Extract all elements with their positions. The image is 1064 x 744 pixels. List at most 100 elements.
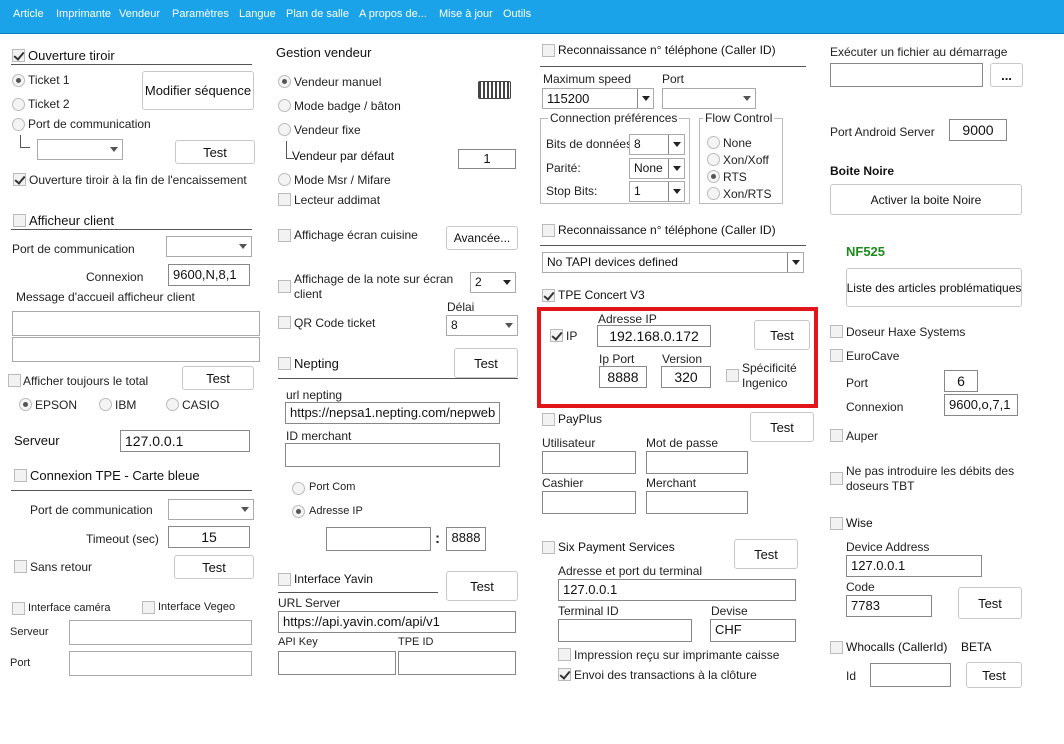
menu-outils[interactable]: Outils xyxy=(503,8,531,20)
whocalls-checkbox[interactable] xyxy=(830,641,843,654)
menu-imprimante[interactable]: Imprimante xyxy=(56,8,111,20)
stop-bits-select[interactable]: 1 xyxy=(629,181,685,202)
caller-id-checkbox[interactable] xyxy=(542,44,555,57)
afficheur-client-checkbox[interactable] xyxy=(13,214,26,227)
tiroir-test-button[interactable]: Test xyxy=(175,140,255,164)
envoi-transactions-checkbox[interactable] xyxy=(558,668,571,681)
url-nepting-input[interactable]: https://nepsa1.nepting.com/nepweb xyxy=(285,402,500,424)
flow-rts-radio[interactable] xyxy=(707,170,720,183)
payplus-test-button[interactable]: Test xyxy=(750,412,814,442)
mot-de-passe-input[interactable] xyxy=(646,451,748,474)
impression-recu-checkbox[interactable] xyxy=(558,648,571,661)
payplus-checkbox[interactable] xyxy=(542,413,555,426)
tapi-device-select[interactable]: No TAPI devices defined xyxy=(542,252,804,273)
port-com-radio[interactable] xyxy=(12,118,25,131)
devise-input[interactable]: CHF xyxy=(710,619,796,642)
afficher-total-checkbox[interactable] xyxy=(8,374,21,387)
flow-none-radio[interactable] xyxy=(707,136,720,149)
afficheur-test-button[interactable]: Test xyxy=(182,366,254,390)
avancee-button[interactable]: Avancée... xyxy=(446,226,518,250)
interface-yavin-checkbox[interactable] xyxy=(278,573,291,586)
whocalls-id-input[interactable] xyxy=(870,663,951,687)
interface-vegeo-checkbox[interactable] xyxy=(142,601,155,614)
message-line1-input[interactable] xyxy=(12,311,260,336)
nepting-ip-input[interactable] xyxy=(326,527,431,551)
message-line2-input[interactable] xyxy=(12,337,260,362)
menu-a-propos[interactable]: A propos de... xyxy=(359,8,427,20)
casio-radio[interactable] xyxy=(166,398,179,411)
whocalls-test-button[interactable]: Test xyxy=(966,662,1022,688)
ip-port-input[interactable]: 8888 xyxy=(599,366,647,388)
sans-retour-checkbox[interactable] xyxy=(14,560,27,573)
vendeur-manuel-radio[interactable] xyxy=(278,75,291,88)
nepting-checkbox[interactable] xyxy=(278,357,291,370)
adresse-ip-nepting-radio[interactable] xyxy=(292,505,305,518)
port-com-nepting-radio[interactable] xyxy=(292,482,305,495)
terminal-id-input[interactable] xyxy=(558,619,692,642)
ouverture-tiroir-checkbox[interactable] xyxy=(12,49,25,62)
max-speed-select[interactable]: 115200 xyxy=(542,88,654,109)
concert-test-button[interactable]: Test xyxy=(754,320,810,350)
auper-checkbox[interactable] xyxy=(830,429,843,442)
doseur-haxe-checkbox[interactable] xyxy=(830,325,843,338)
menu-langue[interactable]: Langue xyxy=(239,8,276,20)
serveur-input[interactable]: 127.0.0.1 xyxy=(120,430,250,452)
afficheur-connexion-input[interactable]: 9600,N,8,1 xyxy=(168,264,250,286)
caller-port-select[interactable] xyxy=(662,88,756,109)
mode-badge-radio[interactable] xyxy=(278,99,291,112)
merchant-input[interactable] xyxy=(646,491,748,514)
ticket1-radio[interactable] xyxy=(12,74,25,87)
ticket2-radio[interactable] xyxy=(12,98,25,111)
url-server-input[interactable]: https://api.yavin.com/api/v1 xyxy=(278,611,516,633)
six-payment-checkbox[interactable] xyxy=(542,541,555,554)
nepting-port-input[interactable]: 8888 xyxy=(446,527,486,551)
timeout-input[interactable]: 15 xyxy=(168,526,250,548)
device-address-input[interactable]: 127.0.0.1 xyxy=(846,555,982,577)
menu-parametres[interactable]: Paramètres xyxy=(172,8,229,20)
version-input[interactable]: 320 xyxy=(661,366,711,388)
tiroir-port-select[interactable] xyxy=(37,139,123,160)
keyboard-icon[interactable] xyxy=(478,81,511,99)
bits-donnees-select[interactable]: 8 xyxy=(629,134,685,155)
fin-encaissement-checkbox[interactable] xyxy=(13,173,26,186)
executer-fichier-input[interactable] xyxy=(830,63,983,87)
delai-select[interactable]: 8 xyxy=(446,315,518,336)
utilisateur-input[interactable] xyxy=(542,451,636,474)
flow-xonxoff-radio[interactable] xyxy=(707,153,720,166)
id-merchant-input[interactable] xyxy=(285,443,500,467)
camera-serveur-input[interactable] xyxy=(69,620,252,645)
qr-code-checkbox[interactable] xyxy=(278,316,291,329)
camera-port-input[interactable] xyxy=(69,651,252,676)
tpe-id-input[interactable] xyxy=(398,651,516,675)
concert-ip-input[interactable]: 192.168.0.172 xyxy=(597,325,711,347)
afficheur-port-select[interactable] xyxy=(166,236,252,257)
connexion-tpe-checkbox[interactable] xyxy=(14,469,27,482)
eurocave-checkbox[interactable] xyxy=(830,349,843,362)
menu-vendeur[interactable]: Vendeur xyxy=(119,8,160,20)
activer-boite-noire-button[interactable]: Activer la boite Noire xyxy=(830,184,1022,215)
nepting-test-button[interactable]: Test xyxy=(454,348,518,378)
interface-camera-checkbox[interactable] xyxy=(12,602,25,615)
vendeur-defaut-input[interactable]: 1 xyxy=(458,149,516,169)
flow-xonrts-radio[interactable] xyxy=(707,187,720,200)
menu-mise-a-jour[interactable]: Mise à jour xyxy=(439,8,493,20)
eurocave-connexion-input[interactable]: 9600,o,7,1 xyxy=(944,394,1018,416)
debits-tbt-checkbox[interactable] xyxy=(830,472,843,485)
code-input[interactable]: 7783 xyxy=(846,595,932,617)
wise-checkbox[interactable] xyxy=(830,517,843,530)
ingenico-checkbox[interactable] xyxy=(726,369,739,382)
wise-test-button[interactable]: Test xyxy=(958,587,1022,619)
concert-ip-checkbox[interactable] xyxy=(550,329,563,342)
yavin-test-button[interactable]: Test xyxy=(446,571,518,601)
liste-articles-button[interactable]: Liste des articles problématiques xyxy=(846,268,1022,307)
menu-plan-de-salle[interactable]: Plan de salle xyxy=(286,8,349,20)
menu-article[interactable]: Article xyxy=(13,8,44,20)
six-test-button[interactable]: Test xyxy=(734,539,798,569)
tpe-test-button[interactable]: Test xyxy=(174,555,254,579)
port-android-input[interactable]: 9000 xyxy=(949,119,1007,141)
vendeur-fixe-radio[interactable] xyxy=(278,123,291,136)
ecran-cuisine-checkbox[interactable] xyxy=(278,229,291,242)
cashier-input[interactable] xyxy=(542,491,636,514)
lecteur-addimat-checkbox[interactable] xyxy=(278,193,291,206)
caller-id-tapi-checkbox[interactable] xyxy=(542,224,555,237)
